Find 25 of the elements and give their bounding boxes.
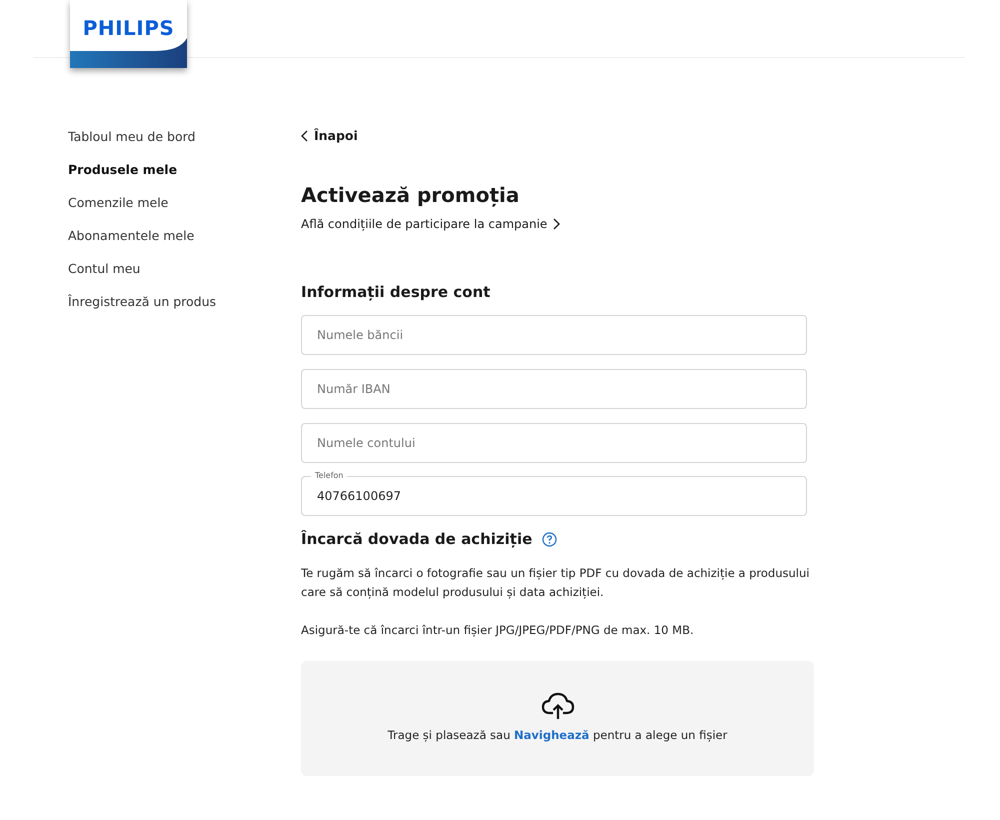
- chevron-right-icon: [553, 218, 560, 230]
- section-heading: Informații despre cont: [301, 283, 492, 301]
- sidebar-item[interactable]: Comenzile mele: [68, 194, 301, 212]
- sidebar-item[interactable]: Abonamentele mele: [68, 227, 301, 245]
- dropzone-text: Trage și plasează sau Navighează pentru a alege un fișier: [388, 727, 728, 744]
- logo[interactable]: PHILIPS: [70, 0, 187, 68]
- sidebar-item[interactable]: Înregistrează un produs: [68, 293, 301, 311]
- sidebar-item[interactable]: Tabloul meu de bord: [68, 128, 301, 146]
- section-heading: Încarcă dovada de achiziție: [301, 530, 532, 548]
- description-text: Te rugăm să încarci o fotografie sau un fișier tip PDF cu dovada de achiziție a produsului care să conțină modelul produsului și data achiziției.: [301, 565, 810, 601]
- cloud-upload-icon: [540, 692, 574, 720]
- input-field[interactable]: Număr IBAN: [301, 369, 807, 409]
- help-icon[interactable]: [542, 532, 558, 546]
- browse-link[interactable]: Navighează: [514, 728, 590, 742]
- input-field[interactable]: Numele băncii: [301, 315, 807, 355]
- sidebar-item[interactable]: Produsele mele: [68, 161, 301, 179]
- page-title: Activează promoția: [301, 183, 520, 207]
- file-requirements-text: Asigură-te că încarci într-un fișier JPG/JPEG/PDF/PNG de max. 10 MB.: [301, 622, 695, 639]
- chevron-left-icon: [301, 130, 308, 142]
- field-label: Telefon: [311, 470, 348, 481]
- sidebar-item[interactable]: Contul meu: [68, 260, 301, 278]
- file-dropzone[interactable]: Trage și plasează sau Navighează pentru a alege un fișier: [301, 661, 814, 776]
- input-field[interactable]: Numele contului: [301, 423, 807, 463]
- terms-link[interactable]: Află condițiile de participare la campanie: [301, 217, 560, 231]
- back-link[interactable]: Înapoi: [301, 128, 358, 143]
